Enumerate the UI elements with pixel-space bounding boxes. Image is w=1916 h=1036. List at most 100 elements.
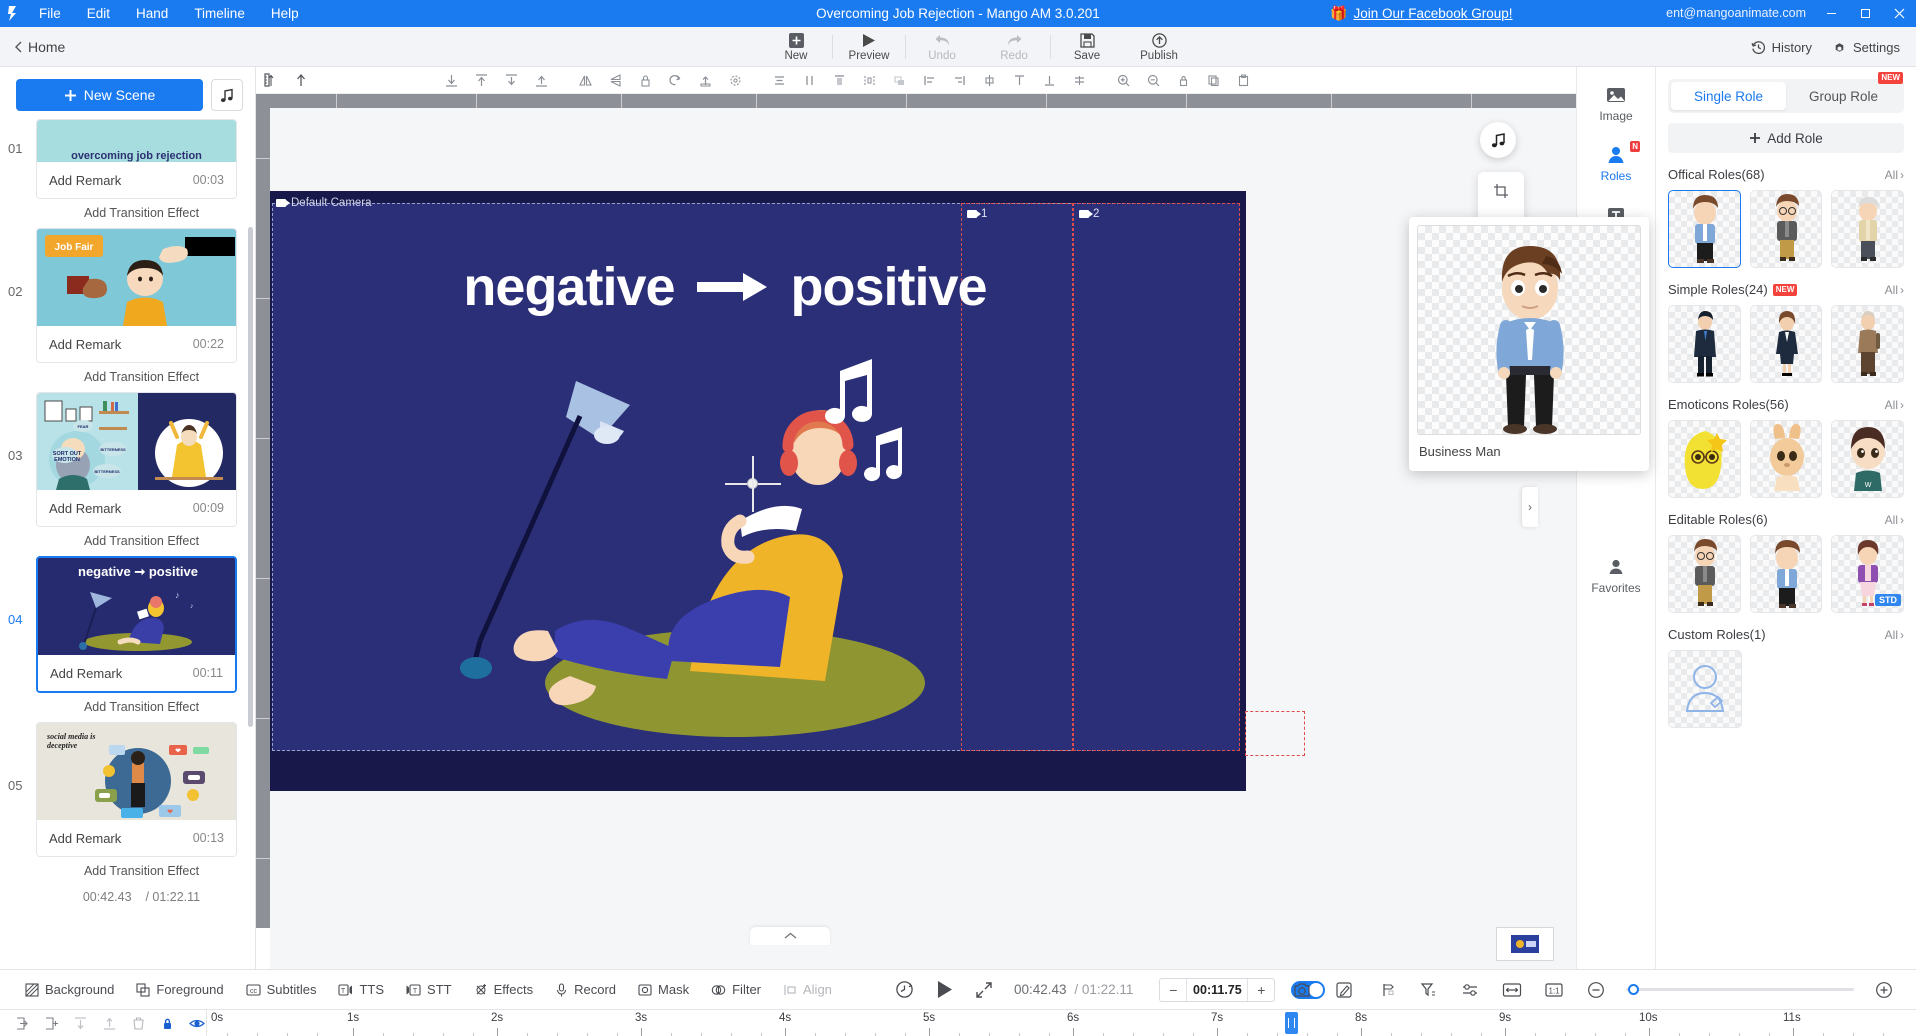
add-remark-label[interactable]: Add Remark (49, 501, 121, 516)
sliders-icon[interactable] (1450, 970, 1490, 1010)
menu-edit[interactable]: Edit (74, 0, 123, 27)
align-right-icon[interactable] (944, 67, 974, 94)
menu-file[interactable]: File (26, 0, 74, 27)
timeline-playhead[interactable] (1285, 1012, 1298, 1034)
push-up-icon[interactable] (526, 67, 556, 94)
align-sides-icon[interactable] (854, 67, 884, 94)
lock-ratio-icon[interactable] (630, 67, 660, 94)
flip-vertical-icon[interactable] (600, 67, 630, 94)
add-transition-effect[interactable]: Add Transition Effect (0, 363, 255, 392)
signpost-icon[interactable] (1366, 970, 1406, 1010)
duration-decrease-button[interactable]: − (1160, 979, 1186, 1001)
scene-list[interactable]: 01 overcoming job rejection Add Remark 0… (0, 119, 255, 965)
section-all-link[interactable]: All › (1885, 628, 1904, 642)
scene-card[interactable]: SORT OUT EMOTION BITTERNESS BITTERNESS F… (36, 392, 237, 527)
add-transition-effect[interactable]: Add Transition Effect (0, 693, 255, 722)
lock-icon[interactable] (155, 1011, 180, 1036)
section-all-link[interactable]: All › (1885, 168, 1904, 182)
group-icon[interactable] (884, 67, 914, 94)
role-cell-custom-avatar[interactable] (1668, 650, 1742, 728)
stage-headline[interactable]: negative positive (415, 256, 1035, 318)
crop-icon[interactable] (1488, 178, 1514, 204)
undo-button[interactable]: Undo (906, 27, 978, 67)
arrow-up-icon[interactable] (286, 67, 316, 94)
role-cell-chibi-boy[interactable]: W (1831, 420, 1904, 498)
enter-icon[interactable] (10, 1011, 35, 1036)
role-cell-editable-woman[interactable]: STD (1831, 535, 1904, 613)
exit-icon[interactable] (39, 1011, 64, 1036)
scene-card[interactable]: overcoming job rejection Add Remark 00:0… (36, 119, 237, 199)
menu-help[interactable]: Help (258, 0, 312, 27)
distribute-v-icon[interactable] (794, 67, 824, 94)
scene-music-button[interactable] (211, 79, 243, 111)
zoom-handle[interactable] (1628, 984, 1639, 995)
menu-hand[interactable]: Hand (123, 0, 181, 27)
panel-collapse-arrow[interactable]: › (1522, 487, 1538, 527)
funnel-icon[interactable] (1408, 970, 1448, 1010)
rail-item-image[interactable]: Image (1586, 85, 1646, 123)
background-button[interactable]: Background (14, 970, 125, 1010)
maximize-button[interactable] (1848, 0, 1882, 27)
save-button[interactable]: Save (1051, 27, 1123, 67)
zoom-out-icon[interactable] (1138, 67, 1168, 94)
tts-button[interactable]: T TTS (327, 970, 395, 1010)
align-button[interactable]: Align (772, 970, 843, 1010)
align-center-h-icon[interactable] (974, 67, 1004, 94)
publish-button[interactable]: Publish (1123, 27, 1195, 67)
align-vbottom-icon[interactable] (1034, 67, 1064, 94)
redo-button[interactable]: Redo (978, 27, 1050, 67)
fullscreen-button[interactable] (964, 970, 1004, 1010)
role-cell-business-man[interactable] (1668, 190, 1741, 268)
filter-button[interactable]: Filter (700, 970, 772, 1010)
mini-preview-thumbnail[interactable] (1496, 927, 1554, 961)
trash-icon[interactable] (126, 1011, 151, 1036)
facebook-group-label[interactable]: Join Our Facebook Group! (1353, 6, 1512, 21)
video-stage[interactable]: 1 2 Default Camera negative (270, 191, 1246, 791)
align-left-icon[interactable] (914, 67, 944, 94)
edit-pen-icon[interactable] (1324, 970, 1364, 1010)
role-cell-kangaroo[interactable] (1750, 420, 1823, 498)
preview-button[interactable]: Preview (833, 27, 905, 67)
down-arrow-icon[interactable] (68, 1011, 93, 1036)
role-cell-editable-business-man[interactable] (1750, 535, 1823, 613)
distribute-h-icon[interactable] (1064, 67, 1094, 94)
add-transition-effect[interactable]: Add Transition Effect (0, 199, 255, 228)
camera-zone-2[interactable]: 2 (1073, 203, 1240, 751)
lock-icon[interactable] (1168, 67, 1198, 94)
zoom-out-button[interactable] (1576, 970, 1616, 1010)
align-top-icon[interactable] (466, 67, 496, 94)
section-all-link[interactable]: All › (1885, 283, 1904, 297)
role-cell-glasses-man[interactable] (1750, 190, 1823, 268)
paste-icon[interactable] (1228, 67, 1258, 94)
scene-item-04[interactable]: 04 negative ➞ positive (0, 556, 255, 693)
role-cell-editable-glasses-man[interactable] (1668, 535, 1741, 613)
role-cell-elderly-man[interactable] (1831, 190, 1904, 268)
zoom-slider[interactable] (1626, 981, 1854, 999)
one-to-one-icon[interactable]: 1:1 (1534, 970, 1574, 1010)
rail-item-roles[interactable]: N Roles (1586, 145, 1646, 183)
add-remark-label[interactable]: Add Remark (49, 173, 121, 188)
add-remark-label[interactable]: Add Remark (49, 831, 121, 846)
scene-item-03[interactable]: 03 (0, 392, 255, 527)
record-button[interactable]: Record (544, 970, 627, 1010)
role-cell-suit-woman[interactable] (1750, 305, 1823, 383)
add-transition-effect[interactable]: Add Transition Effect (0, 857, 255, 886)
foreground-button[interactable]: Foreground (125, 970, 234, 1010)
scene-item-02[interactable]: 02 Job Fair (0, 228, 255, 363)
menu-timeline[interactable]: Timeline (181, 0, 258, 27)
duration-increase-button[interactable]: + (1248, 979, 1274, 1001)
settings-button[interactable]: Settings (1832, 40, 1900, 55)
mask-button[interactable]: Mask (627, 970, 700, 1010)
home-button[interactable]: Home (0, 27, 79, 67)
play-button[interactable] (924, 970, 964, 1010)
history-button[interactable]: History (1751, 40, 1812, 55)
section-all-link[interactable]: All › (1885, 398, 1904, 412)
new-scene-button[interactable]: New Scene (16, 79, 203, 111)
camera-icon[interactable] (1282, 970, 1322, 1010)
align-center-v-icon[interactable] (764, 67, 794, 94)
close-button[interactable] (1882, 0, 1916, 27)
vertical-ruler[interactable] (256, 108, 270, 928)
tab-single-role[interactable]: Single Role (1671, 82, 1786, 110)
selection-box-right[interactable] (1245, 711, 1305, 756)
rotate-left-icon[interactable] (660, 67, 690, 94)
